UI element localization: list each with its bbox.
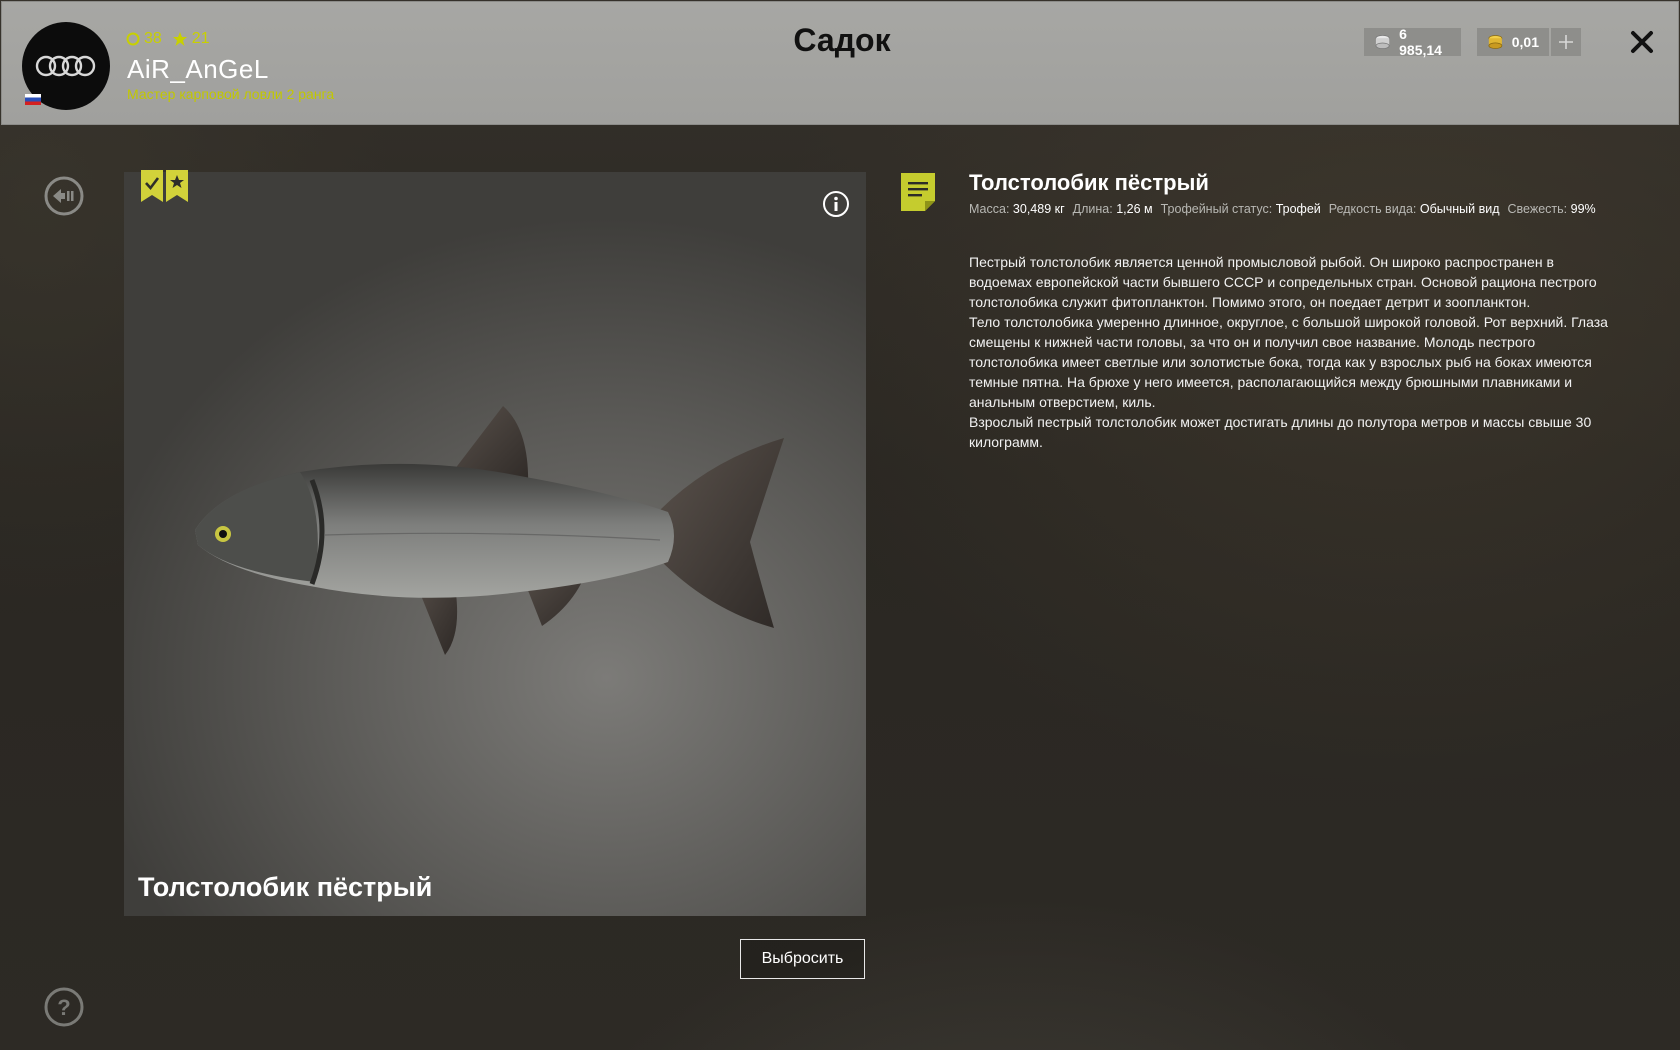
checkmark-ribbon-icon bbox=[141, 170, 163, 202]
document-icon bbox=[901, 173, 935, 211]
info-button[interactable] bbox=[822, 190, 850, 218]
player-name: AiR_AnGeL bbox=[127, 54, 269, 84]
description-paragraph: Тело толстолобика умеренно длинное, окру… bbox=[969, 314, 1608, 410]
property-value: Обычный вид bbox=[1419, 202, 1500, 216]
close-icon bbox=[1631, 31, 1653, 53]
player-stats: 38 21 bbox=[126, 30, 210, 48]
property-mass: Масса: 30,489 кг bbox=[969, 202, 1067, 216]
property-label: Редкость вида: bbox=[1328, 202, 1417, 216]
property-label: Масса: bbox=[969, 202, 1010, 216]
fish-properties: Масса: 30,489 кг Длина: 1,26 м Трофейный… bbox=[969, 202, 1598, 216]
add-currency-button[interactable] bbox=[1551, 28, 1581, 56]
flag-icon bbox=[25, 94, 41, 105]
gold-balance: 0,01 bbox=[1477, 28, 1549, 56]
property-value: 1,26 м bbox=[1116, 202, 1153, 216]
level-value: 38 bbox=[144, 30, 162, 47]
fish-caption: Толстолобик пёстрый bbox=[138, 872, 433, 902]
silver-coins-icon bbox=[1375, 34, 1390, 50]
description-paragraph: Взрослый пестрый толстолобик может дости… bbox=[969, 414, 1592, 450]
help-icon: ? bbox=[44, 987, 84, 1027]
property-value: 99% bbox=[1570, 202, 1596, 216]
info-icon bbox=[823, 191, 849, 217]
property-freshness: Свежесть: 99% bbox=[1508, 202, 1598, 216]
property-length: Длина: 1,26 м bbox=[1073, 202, 1155, 216]
property-label: Трофейный статус: bbox=[1160, 202, 1273, 216]
svg-text:?: ? bbox=[57, 995, 70, 1020]
gold-coins-icon bbox=[1488, 35, 1503, 49]
fish-image bbox=[195, 406, 784, 655]
property-value: 30,489 кг bbox=[1012, 202, 1065, 216]
player-rank: Мастер карповой ловли 2 ранга bbox=[127, 86, 335, 102]
fish-description: Пестрый толстолобик является ценной пром… bbox=[969, 252, 1619, 452]
help-button[interactable]: ? bbox=[43, 986, 85, 1028]
top-bar: 38 21 AiR_AnGeL Мастер карповой ловли 2 … bbox=[1, 1, 1679, 125]
silver-value: 6 985,14 bbox=[1399, 26, 1442, 58]
property-trophy-status: Трофейный статус: Трофей bbox=[1161, 202, 1323, 216]
level-stat: 38 bbox=[126, 30, 162, 48]
property-rarity: Редкость вида: Обычный вид bbox=[1329, 202, 1502, 216]
property-label: Свежесть: bbox=[1507, 202, 1568, 216]
gold-value: 0,01 bbox=[1511, 34, 1539, 50]
property-label: Длина: bbox=[1072, 202, 1113, 216]
star-ribbon-icon bbox=[166, 170, 188, 202]
description-paragraph: Пестрый толстолобик является ценной пром… bbox=[969, 254, 1597, 310]
close-button[interactable] bbox=[1624, 24, 1660, 60]
club-logo-icon bbox=[35, 55, 96, 77]
back-button[interactable] bbox=[43, 175, 85, 217]
plus-icon bbox=[1559, 35, 1573, 49]
level-circle-icon bbox=[126, 32, 140, 46]
fish-badges bbox=[141, 170, 188, 202]
stars-value: 21 bbox=[191, 30, 210, 47]
star-icon bbox=[172, 32, 187, 46]
back-arrow-icon bbox=[44, 176, 84, 216]
stars-stat: 21 bbox=[172, 30, 210, 48]
property-value: Трофей bbox=[1275, 202, 1321, 216]
silver-balance: 6 985,14 bbox=[1364, 26, 1461, 58]
discard-button[interactable]: Выбросить bbox=[740, 939, 865, 979]
fish-name: Толстолобик пёстрый bbox=[969, 170, 1209, 195]
page-title: Садок bbox=[793, 22, 891, 58]
